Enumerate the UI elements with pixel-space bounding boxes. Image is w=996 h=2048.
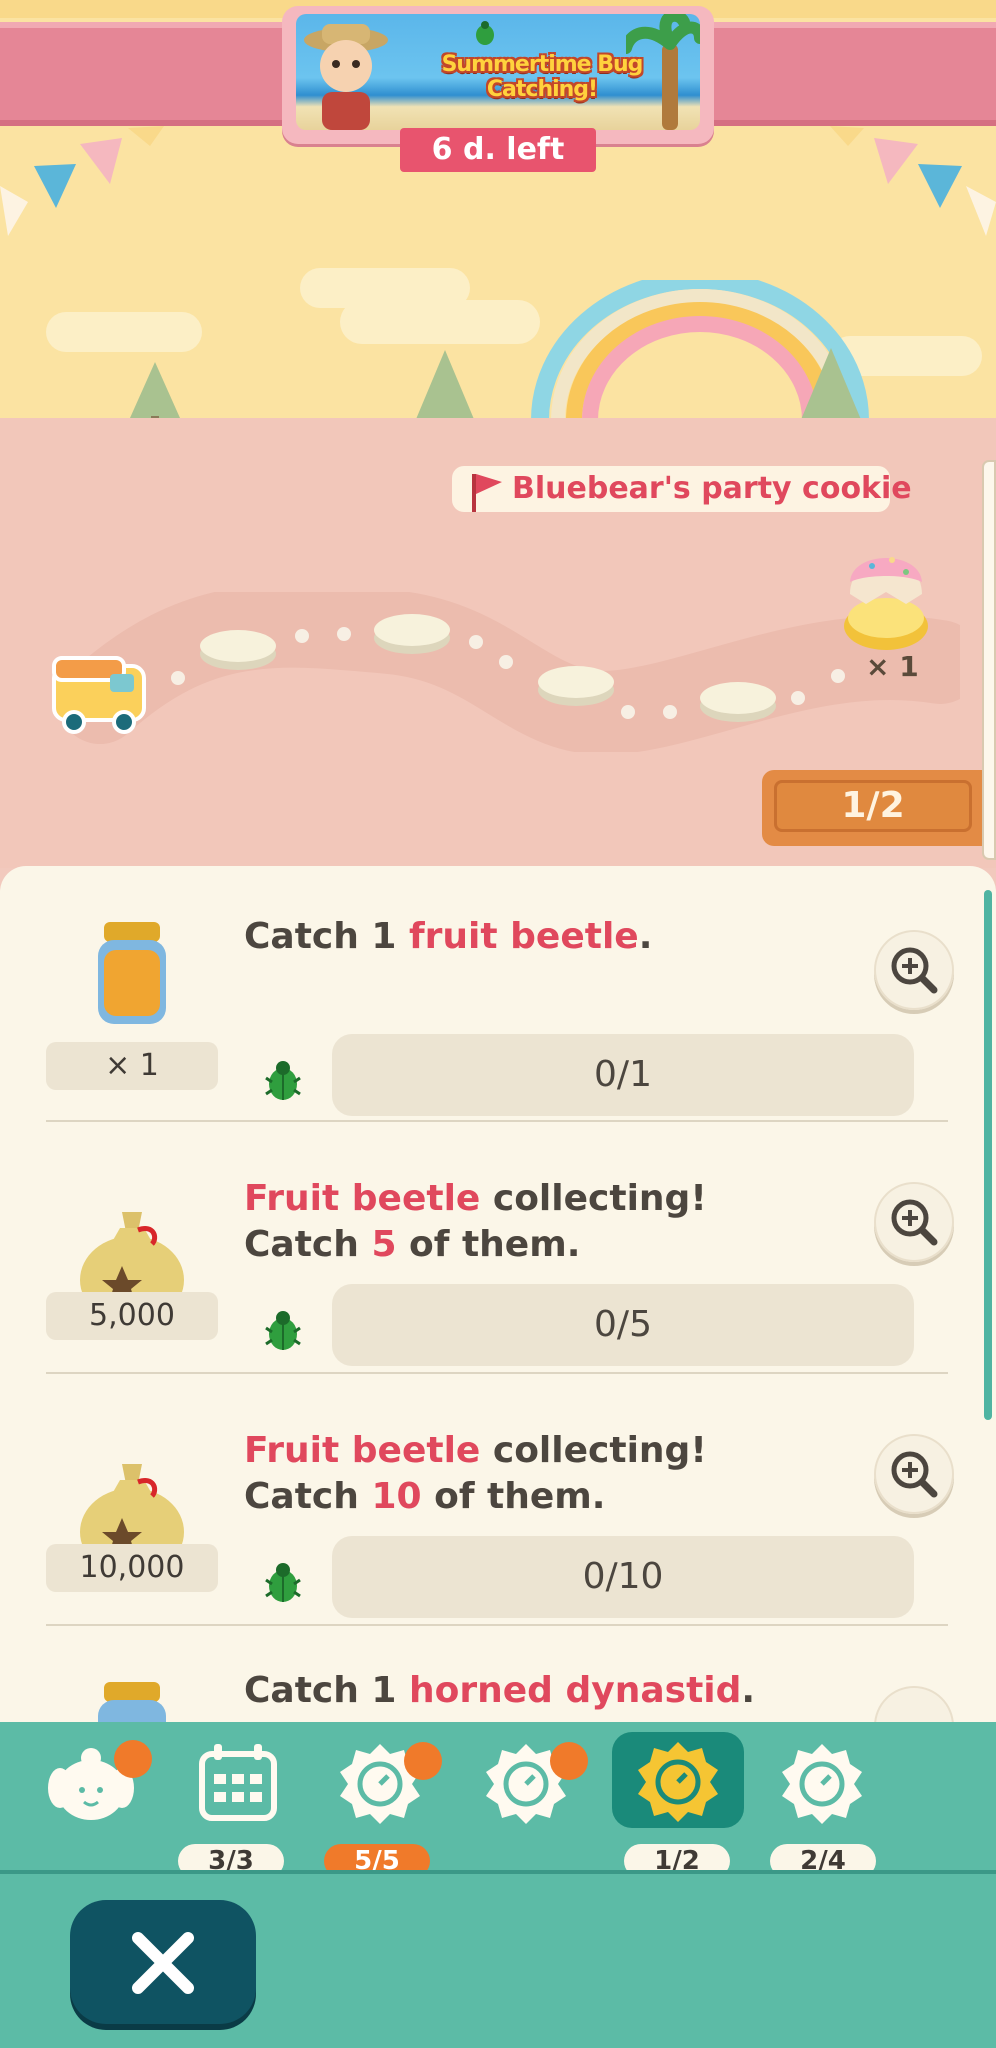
beetle-icon — [265, 1061, 301, 1100]
task-description: Fruit beetle collecting! Catch 10 of the… — [244, 1428, 864, 1520]
reward-amount-pill: 5,000 — [46, 1292, 218, 1340]
path-dots — [171, 627, 845, 719]
calendar-icon — [199, 1744, 277, 1821]
tab-event-2[interactable] — [462, 1722, 600, 1872]
party-cookie-icon[interactable] — [836, 530, 936, 662]
cloud — [46, 312, 202, 352]
map-reward-count: × 1 — [866, 650, 919, 683]
task-text-part: Catch — [244, 1476, 372, 1517]
magnifier-plus-icon — [891, 1451, 938, 1498]
task-bug-name: Fruit beetle — [244, 1178, 481, 1219]
map-progress-text: 1/2 — [774, 780, 972, 832]
event-clock-icon — [638, 1742, 718, 1822]
map-progress-badge: 1/2 — [762, 770, 982, 846]
task-row: Fruit beetle collecting! Catch 5 of them… — [0, 1120, 996, 1404]
side-scroll-handle[interactable] — [982, 460, 996, 860]
task-bug-name: Fruit beetle — [244, 1430, 481, 1471]
cloud — [340, 300, 540, 344]
task-count: 10 — [371, 1476, 422, 1517]
crown-icon — [550, 1742, 588, 1780]
event-banner[interactable]: Summertime Bug Catching! — [296, 14, 700, 130]
reward-amount-text: 5,000 — [89, 1298, 175, 1333]
tab-event-4[interactable]: 2/4 — [762, 1722, 900, 1878]
honey-jar-icon — [98, 922, 166, 1024]
task-text-part: of them. — [396, 1224, 581, 1265]
magnifier-plus-icon — [891, 947, 938, 994]
task-text-part: Catch 1 — [244, 1670, 410, 1711]
task-text-part: collecting! — [480, 1430, 707, 1471]
close-icon — [132, 1932, 194, 1994]
honey-jar-icon — [98, 1682, 166, 1726]
event-clock-icon — [782, 1744, 862, 1824]
villager-character-icon — [304, 24, 388, 130]
reward-amount: 10,000 — [46, 1544, 218, 1592]
task-list-panel[interactable]: × 1 Catch 1 fruit beetle. 0/1 Fruit beet… — [0, 866, 996, 1726]
tab-event-1[interactable]: 5/5 — [316, 1722, 454, 1878]
divider — [46, 1372, 948, 1374]
task-progress: 0/1 — [332, 1034, 914, 1116]
task-count: 5 — [371, 1224, 397, 1265]
task-progress: 0/5 — [332, 1284, 914, 1366]
task-row: Catch 1 horned dynastid. — [0, 1624, 996, 1726]
time-left-badge: 6 d. left — [400, 128, 596, 172]
map-reward-label: Bluebear's party cookie — [452, 466, 912, 512]
crown-icon — [114, 1740, 152, 1778]
crown-icon — [404, 1742, 442, 1780]
beetle-icon — [265, 1311, 301, 1350]
camper-van-icon — [52, 656, 146, 734]
divider — [46, 1624, 948, 1626]
map-reward-name: Bluebear's party cookie — [512, 471, 912, 506]
reward-amount: × 1 — [46, 1042, 218, 1090]
zoom-button[interactable] — [874, 1434, 954, 1514]
task-text-part: . — [741, 1670, 756, 1711]
task-text-part: . — [638, 916, 653, 957]
magnifier-plus-icon — [891, 1199, 938, 1246]
close-button[interactable] — [70, 1900, 256, 2024]
beetle-icon — [476, 21, 494, 45]
tab-daily-goals[interactable]: 3/3 — [170, 1722, 308, 1878]
task-list-scrollbar[interactable] — [984, 890, 992, 1420]
zoom-button[interactable] — [874, 930, 954, 1010]
task-bug-name: fruit beetle — [409, 916, 639, 957]
task-row: × 1 Catch 1 fruit beetle. 0/1 — [0, 866, 996, 1118]
task-description: Catch 1 fruit beetle. — [244, 914, 864, 960]
tab-isabelle[interactable] — [36, 1722, 174, 1872]
zoom-button[interactable] — [874, 1182, 954, 1262]
divider — [46, 1120, 948, 1122]
task-text-part: Catch 1 — [244, 916, 410, 957]
task-description: Catch 1 horned dynastid. — [244, 1668, 864, 1714]
event-title: Summertime Bug Catching! — [441, 52, 644, 102]
task-bug-name: horned dynastid — [409, 1670, 742, 1711]
tab-event-3-active[interactable]: 1/2 — [612, 1722, 750, 1878]
task-description: Fruit beetle collecting! Catch 5 of them… — [244, 1176, 864, 1268]
tree-icon — [130, 362, 180, 426]
flag-icon — [472, 474, 502, 512]
task-row: Fruit beetle collecting! Catch 10 of the… — [0, 1372, 996, 1656]
zoom-button[interactable] — [874, 1686, 954, 1726]
task-text-part: collecting! — [480, 1178, 707, 1219]
task-progress: 0/10 — [332, 1536, 914, 1618]
task-text-part: of them. — [421, 1476, 606, 1517]
beetle-icon — [265, 1563, 301, 1602]
task-text-part: Catch — [244, 1224, 372, 1265]
